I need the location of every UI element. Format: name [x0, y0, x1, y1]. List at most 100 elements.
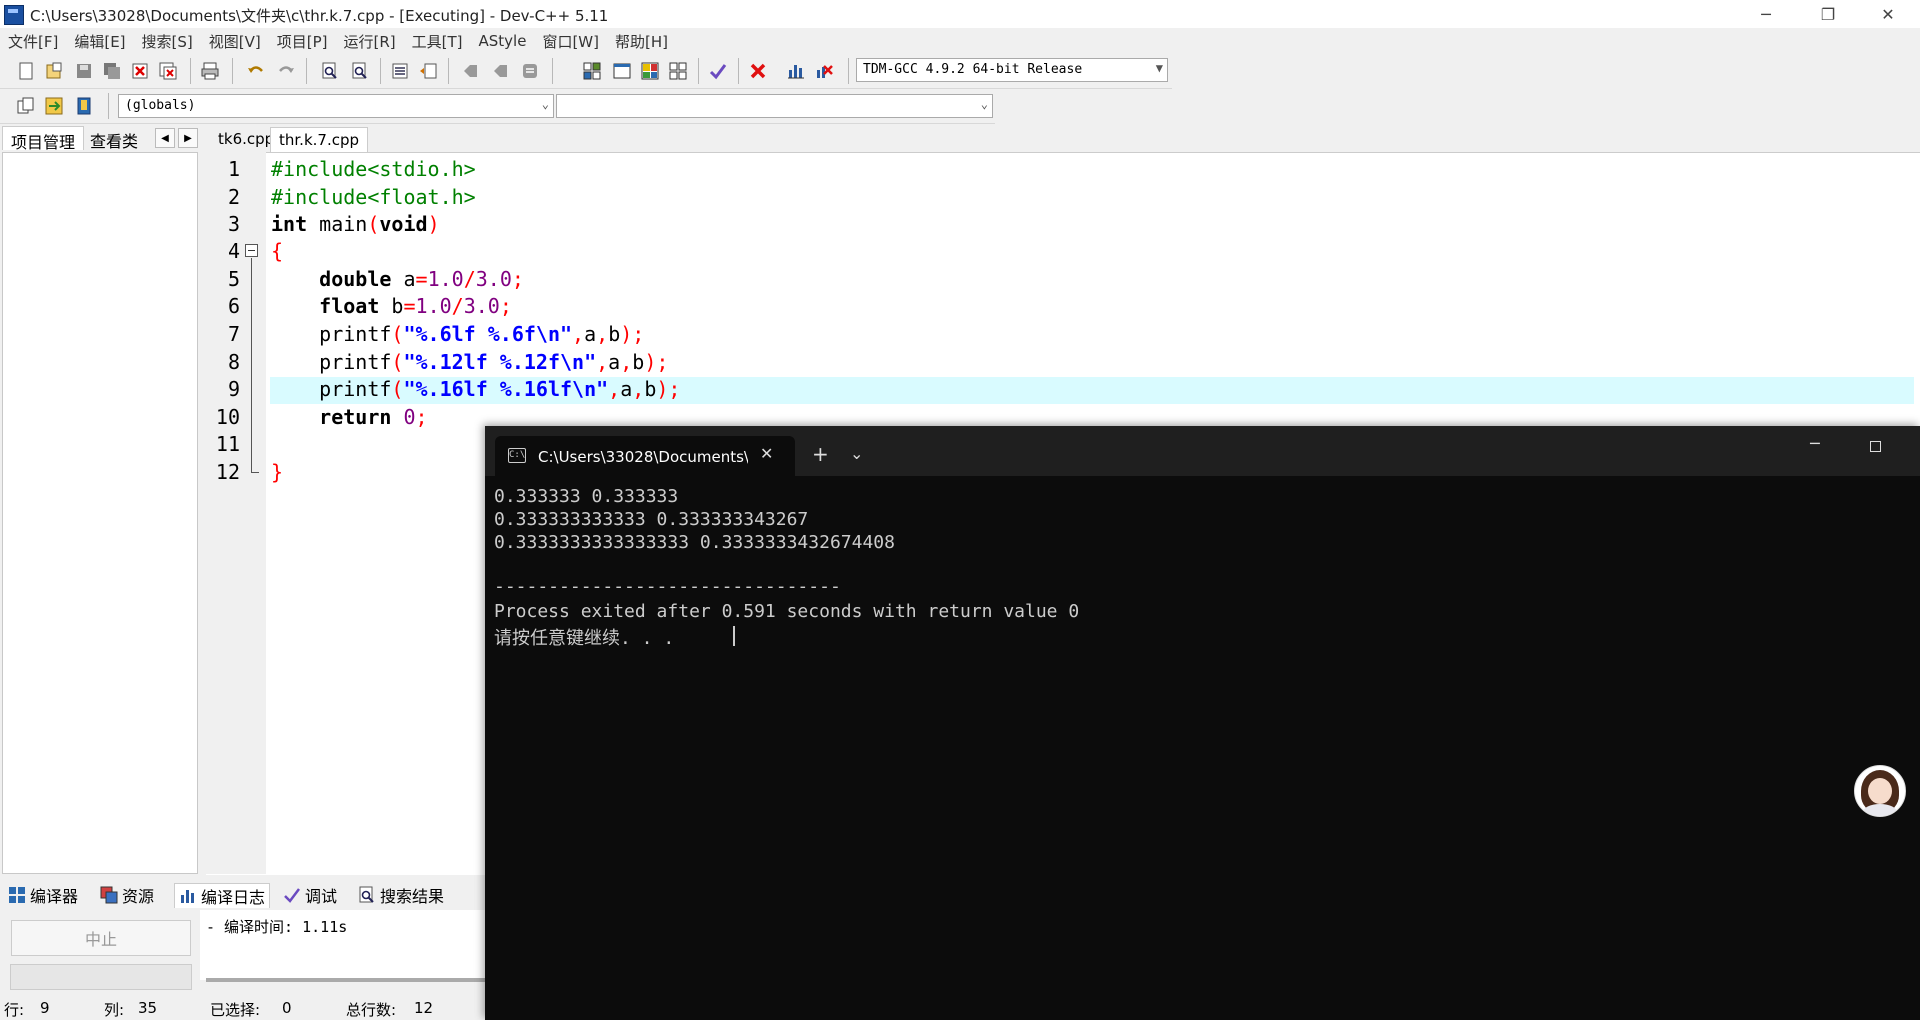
scope-select[interactable]: (globals) ⌄ [118, 94, 554, 118]
tab-scroll-left-icon[interactable]: ◀ [155, 128, 175, 148]
tab-thr-k-7-cpp[interactable]: thr.k.7.cpp [270, 127, 369, 152]
new-project-icon[interactable] [580, 60, 604, 82]
status-col-value: 35 [138, 999, 158, 1017]
console-tab-title: C:\Users\33028\Documents\文 [538, 448, 748, 466]
tab-search-results[interactable]: 搜索结果 [358, 883, 444, 907]
fold-toggle-icon[interactable] [245, 244, 258, 257]
console-pause-prompt: 请按任意键继续. . . [494, 628, 675, 649]
secondary-toolbar: (globals) ⌄ ⌄ [0, 89, 995, 124]
code-line: return 0; [319, 405, 428, 429]
chevron-down-icon: ▼ [1155, 61, 1163, 75]
status-row-value: 9 [40, 999, 50, 1017]
console-minimize-button[interactable]: ─ [1810, 434, 1820, 453]
project-tree[interactable] [2, 152, 198, 874]
member-select[interactable]: ⌄ [556, 94, 993, 118]
goto-line-icon[interactable] [42, 95, 66, 117]
grid-icon [9, 887, 25, 903]
code-line: #include<float.h> [271, 185, 476, 209]
compiler-select[interactable]: TDM-GCC 4.9.2 64-bit Release ▼ [856, 58, 1168, 82]
menu-help[interactable]: 帮助[H] [607, 31, 676, 52]
line-number: 2 [227, 185, 240, 209]
line-number: 6 [227, 294, 240, 318]
tab-debug-label: 调试 [305, 887, 338, 906]
tab-compiler[interactable]: 编译器 [8, 883, 78, 907]
unindent-icon[interactable] [416, 60, 440, 82]
profile-chart-icon[interactable] [784, 60, 808, 82]
indent-icon[interactable] [388, 60, 412, 82]
tab-scroll-right-icon[interactable]: ▶ [178, 128, 198, 148]
status-row-label: 行: [4, 1001, 25, 1019]
console-tab-close-icon[interactable]: ✕ [760, 444, 773, 463]
console-maximize-button[interactable] [1870, 441, 1881, 452]
insert-icon[interactable] [14, 95, 38, 117]
console-exit-message: Process exited after 0.591 seconds with … [494, 601, 1080, 622]
check-syntax-icon[interactable] [706, 60, 730, 82]
menu-run[interactable]: 运行[R] [335, 31, 403, 52]
horizontal-scrollbar[interactable] [206, 978, 486, 982]
code-line: printf("%.6lf %.6f\n",a,b); [271, 322, 645, 346]
line-number: 10 [215, 405, 240, 429]
classes-icon[interactable] [638, 60, 662, 82]
status-total-lines-value: 12 [414, 999, 434, 1017]
compile-log-line: - 编译时间: 1.11s [206, 918, 348, 936]
close-all-icon[interactable] [156, 60, 180, 82]
fold-guide-end [251, 472, 259, 473]
tab-compile-log[interactable]: 编译日志 [174, 883, 271, 908]
save-icon[interactable] [72, 60, 96, 82]
delete-profile-icon[interactable] [812, 60, 836, 82]
menu-tools[interactable]: 工具[T] [404, 31, 471, 52]
abort-button[interactable]: 中止 [11, 920, 191, 956]
new-tab-plus-icon[interactable]: + [812, 442, 829, 466]
code-line: double a=1.0/3.0; [319, 267, 524, 291]
terminal-icon: C:\ [508, 448, 526, 463]
fold-guide [251, 258, 252, 472]
menu-search[interactable]: 搜索[S] [134, 31, 201, 52]
status-selected-label: 已选择: [210, 1001, 261, 1019]
assistant-avatar[interactable] [1854, 765, 1906, 817]
minimize-button[interactable]: ─ [1738, 0, 1794, 28]
print-icon[interactable] [198, 60, 222, 82]
window-layout-icon[interactable] [610, 60, 634, 82]
redo-icon[interactable] [274, 60, 298, 82]
tab-project-manager[interactable]: 项目管理 [2, 126, 85, 152]
comment-icon[interactable] [518, 60, 542, 82]
search-icon [359, 886, 374, 903]
line-number: 1 [227, 157, 240, 181]
new-file-icon[interactable] [14, 60, 38, 82]
menu-project[interactable]: 项目[P] [269, 31, 336, 52]
close-button[interactable]: ✕ [1860, 0, 1916, 28]
menu-edit[interactable]: 编辑[E] [66, 31, 133, 52]
menu-window[interactable]: 窗口[W] [534, 31, 607, 52]
replace-icon[interactable] [348, 60, 372, 82]
open-file-icon[interactable] [42, 60, 66, 82]
chevron-down-icon[interactable]: ⌄ [850, 444, 863, 463]
menu-bar: 文件[F] 编辑[E] 搜索[S] 视图[V] 项目[P] 运行[R] 工具[T… [0, 28, 1920, 54]
status-selected-value: 0 [282, 999, 292, 1017]
menu-view[interactable]: 视图[V] [201, 31, 269, 52]
console-separator: -------------------------------- [494, 576, 841, 597]
menu-file[interactable]: 文件[F] [0, 31, 66, 52]
stop-execution-icon[interactable] [746, 60, 770, 82]
tile-windows-icon[interactable] [666, 60, 690, 82]
console-output-line: 0.3333333333333333 0.3333333432674408 [494, 532, 895, 553]
console-output-line: 0.333333 0.333333 [494, 486, 679, 507]
tab-class-browser[interactable]: 查看类 [82, 126, 146, 151]
goto-bookmark-icon[interactable] [488, 60, 512, 82]
toggle-bookmark-icon[interactable] [458, 60, 482, 82]
tab-resources[interactable]: 资源 [100, 883, 154, 907]
find-icon[interactable] [318, 60, 342, 82]
devcpp-app-icon [4, 5, 24, 25]
close-file-icon[interactable] [128, 60, 152, 82]
menu-astyle[interactable]: AStyle [471, 32, 535, 50]
restore-button[interactable]: ❐ [1800, 0, 1856, 28]
bookmark-icon[interactable] [72, 95, 96, 117]
status-total-lines-label: 总行数: [346, 1001, 397, 1019]
code-line: } [271, 460, 284, 484]
console-cursor [733, 626, 735, 646]
code-line: printf("%.12lf %.12f\n",a,b); [271, 350, 669, 374]
undo-icon[interactable] [244, 60, 268, 82]
tab-compile-log-label: 编译日志 [201, 888, 266, 907]
tab-debug[interactable]: 调试 [283, 883, 337, 907]
save-all-icon[interactable] [100, 60, 124, 82]
left-panel-tabs: 项目管理 查看类 ◀ ▶ [0, 124, 202, 152]
